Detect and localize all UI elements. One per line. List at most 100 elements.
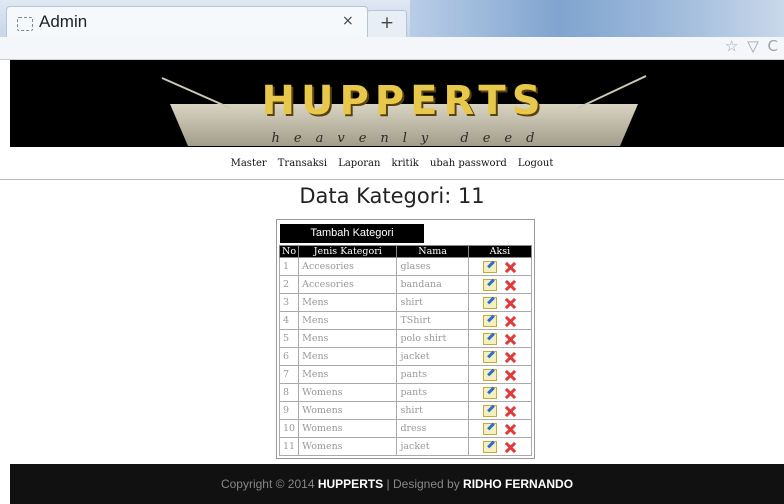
cell-aksi (467, 257, 533, 276)
browser-tab-bar: Admin × + (0, 0, 784, 38)
cell-nama: bandana (396, 275, 469, 294)
cell-jenis-kategori: Mens (298, 329, 398, 348)
edit-icon[interactable] (482, 332, 497, 345)
table-row: 3 Mens shirt (278, 293, 533, 312)
table-row: 8 Womens pants (278, 383, 533, 402)
delete-icon[interactable] (503, 351, 517, 363)
cell-nama: pants (396, 383, 469, 402)
edit-icon[interactable] (482, 404, 497, 417)
table-row: 10 Womens dress (278, 419, 533, 438)
edit-icon[interactable] (482, 350, 497, 363)
edit-icon[interactable] (482, 422, 497, 435)
footer-copyright: Copyright © 2014 (220, 477, 315, 491)
table-row: 7 Mens pants (278, 365, 533, 384)
delete-icon[interactable] (503, 333, 517, 345)
column-header-no: No (278, 245, 300, 258)
site-footer: Copyright © 2014 HUPPERTS | Designed by … (10, 464, 784, 504)
cell-aksi (467, 437, 533, 456)
cell-aksi (467, 311, 533, 330)
cell-nama: shirt (396, 401, 469, 420)
cell-no: 6 (278, 347, 300, 366)
delete-icon[interactable] (503, 423, 517, 435)
delete-icon[interactable] (503, 405, 517, 417)
cell-aksi (467, 383, 533, 402)
table-header-row: No Jenis Kategori Nama Aksi (278, 245, 533, 258)
tab-close-icon[interactable]: × (342, 13, 354, 29)
footer-brand: HUPPERTS (317, 477, 384, 491)
delete-icon[interactable] (503, 441, 517, 453)
delete-icon[interactable] (503, 279, 517, 291)
cell-nama: jacket (396, 347, 469, 366)
cell-jenis-kategori: Accesories (298, 257, 398, 276)
cell-no: 2 (278, 275, 300, 294)
nav-master[interactable]: Master (231, 158, 267, 169)
cell-jenis-kategori: Womens (298, 419, 398, 438)
nav-kritik[interactable]: kritik (392, 158, 419, 169)
nav-ubah-password[interactable]: ubah password (430, 158, 507, 169)
cell-nama: polo shirt (396, 329, 469, 348)
table-row: 1 Accesories glases (278, 257, 533, 276)
edit-icon[interactable] (482, 296, 497, 309)
cell-no: 7 (278, 365, 300, 384)
address-bar[interactable]: ☆ ▽ C (0, 37, 784, 60)
delete-icon[interactable] (503, 261, 517, 273)
nav-transaksi[interactable]: Transaksi (278, 158, 327, 169)
nav-laporan[interactable]: Laporan (338, 158, 380, 169)
cell-nama: jacket (396, 437, 469, 456)
logo-text: HUPPERTS (261, 78, 547, 124)
cell-no: 3 (278, 293, 300, 312)
new-tab-button[interactable]: + (367, 10, 407, 38)
browser-tab[interactable]: Admin × (6, 6, 368, 38)
delete-icon[interactable] (503, 369, 517, 381)
edit-icon[interactable] (482, 278, 497, 291)
add-kategori-button[interactable]: Tambah Kategori (280, 224, 424, 243)
site-logo[interactable]: HUPPERTS heavenly deed within (160, 68, 648, 147)
page-title: Data Kategori: 11 (299, 184, 485, 208)
column-header-jenis: Jenis Kategori (298, 245, 398, 258)
cell-aksi (467, 275, 533, 294)
cell-aksi (467, 419, 533, 438)
cell-no: 9 (278, 401, 300, 420)
page-icon (17, 17, 33, 31)
delete-icon[interactable] (503, 315, 517, 327)
edit-icon[interactable] (482, 386, 497, 399)
cell-jenis-kategori: Womens (298, 383, 398, 402)
footer-designed-by: | Designed by (386, 477, 460, 491)
edit-icon[interactable] (482, 440, 497, 453)
delete-icon[interactable] (503, 387, 517, 399)
cell-aksi (467, 365, 533, 384)
kategori-table-panel: Tambah Kategori No Jenis Kategori Nama A… (276, 219, 535, 459)
cell-aksi (467, 401, 533, 420)
nav-logout[interactable]: Logout (518, 158, 554, 169)
tab-title: Admin (39, 12, 88, 31)
cell-jenis-kategori: Accesories (298, 275, 398, 294)
cell-nama: shirt (396, 293, 469, 312)
table-row: 6 Mens jacket (278, 347, 533, 366)
cell-nama: TShirt (396, 311, 469, 330)
footer-author: RIDHO FERNANDO (463, 477, 574, 491)
edit-icon[interactable] (482, 260, 497, 273)
logo-tagline: heavenly deed within (271, 131, 549, 147)
bookmark-star-icon[interactable]: ☆ ▽ C (725, 37, 780, 55)
cell-no: 10 (278, 419, 300, 438)
edit-icon[interactable] (482, 368, 497, 381)
cell-aksi (467, 293, 533, 312)
cell-no: 8 (278, 383, 300, 402)
kategori-table: No Jenis Kategori Nama Aksi 1 Accesories g… (278, 245, 533, 456)
edit-icon[interactable] (482, 314, 497, 327)
table-row: 2 Accesories bandana (278, 275, 533, 294)
column-header-aksi: Aksi (467, 245, 533, 258)
main-nav: Master Transaksi Laporan kritik ubah pas… (0, 150, 784, 180)
cell-no: 5 (278, 329, 300, 348)
cell-nama: dress (396, 419, 469, 438)
cell-nama: glases (396, 257, 469, 276)
cell-jenis-kategori: Womens (298, 437, 398, 456)
cell-aksi (467, 329, 533, 348)
cell-jenis-kategori: Mens (298, 365, 398, 384)
site-banner: HUPPERTS heavenly deed within (10, 60, 784, 147)
cell-jenis-kategori: Mens (298, 293, 398, 312)
table-row: 4 Mens TShirt (278, 311, 533, 330)
cell-jenis-kategori: Mens (298, 311, 398, 330)
delete-icon[interactable] (503, 297, 517, 309)
tab-bar-background (410, 0, 784, 37)
